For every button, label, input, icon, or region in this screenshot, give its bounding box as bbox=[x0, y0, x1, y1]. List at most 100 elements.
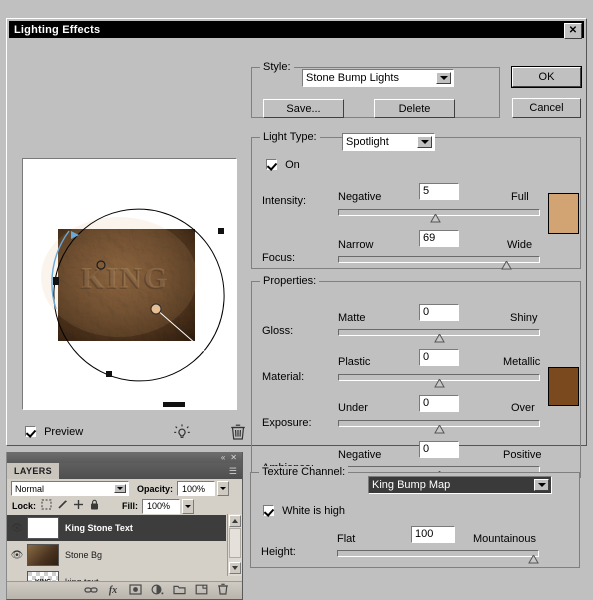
lock-fill-row: Lock: Fill: 100% bbox=[7, 498, 242, 514]
layers-scrollbar[interactable] bbox=[227, 514, 242, 576]
ambience-value[interactable]: 0 bbox=[419, 441, 459, 458]
scroll-down-icon[interactable] bbox=[229, 562, 241, 574]
gloss-slider-thumb[interactable] bbox=[434, 334, 445, 342]
layers-panel-tabs: LAYERS ☰ bbox=[7, 463, 242, 479]
ok-button[interactable]: OK bbox=[512, 67, 581, 87]
focus-slider-thumb[interactable] bbox=[501, 261, 512, 269]
chevron-down-icon[interactable] bbox=[417, 136, 432, 148]
focus-slider[interactable] bbox=[338, 256, 540, 268]
intensity-max-label: Full bbox=[511, 191, 529, 203]
focus-value[interactable]: 69 bbox=[419, 230, 459, 247]
blend-mode-dropdown[interactable]: Normal bbox=[11, 481, 129, 496]
lock-label: Lock: bbox=[12, 501, 36, 511]
close-panel-icon[interactable]: ✕ bbox=[230, 453, 242, 462]
material-slider[interactable] bbox=[338, 374, 540, 386]
handle-bottom bbox=[106, 371, 112, 377]
opacity-label: Opacity: bbox=[137, 484, 173, 494]
eye-icon[interactable]: 👁 bbox=[7, 550, 27, 561]
intensity-slider[interactable] bbox=[338, 209, 540, 221]
dialog-titlebar[interactable]: Lighting Effects ✕ bbox=[9, 21, 584, 38]
opacity-stepper-icon[interactable] bbox=[217, 481, 229, 496]
add-layer-mask-icon[interactable] bbox=[124, 584, 146, 598]
light-source-handle bbox=[151, 304, 161, 314]
lock-transparency-icon[interactable] bbox=[41, 499, 52, 513]
new-layer-icon[interactable] bbox=[190, 584, 212, 598]
gloss-min-label: Matte bbox=[338, 312, 366, 324]
opacity-value[interactable]: 100% bbox=[177, 481, 215, 496]
lock-position-icon[interactable] bbox=[73, 499, 84, 513]
light-type-dropdown[interactable]: Spotlight bbox=[342, 133, 435, 151]
handle-left bbox=[53, 277, 59, 285]
exposure-value[interactable]: 0 bbox=[419, 395, 459, 412]
preview-checkbox[interactable]: Preview bbox=[25, 426, 83, 438]
light-color-swatch[interactable] bbox=[548, 193, 579, 234]
intensity-slider-thumb[interactable] bbox=[430, 214, 441, 222]
lighting-preview[interactable]: KING KING bbox=[22, 158, 237, 410]
layers-panel: « ✕ LAYERS ☰ Normal Opacity: 100% Lock: … bbox=[6, 452, 243, 600]
gloss-max-label: Shiny bbox=[510, 312, 538, 324]
eye-icon[interactable]: 👁 bbox=[7, 523, 27, 534]
height-label: Height: bbox=[261, 546, 296, 558]
light-type-value: Spotlight bbox=[343, 136, 417, 148]
white-is-high-checkbox[interactable]: White is high bbox=[263, 505, 345, 517]
delete-layer-icon[interactable] bbox=[212, 583, 234, 598]
height-min-label: Flat bbox=[337, 533, 355, 545]
layers-panel-topbar[interactable]: « ✕ bbox=[7, 452, 242, 463]
light-on-label: On bbox=[285, 159, 300, 171]
add-layer-style-icon[interactable]: fx bbox=[102, 585, 124, 596]
new-adjustment-layer-icon[interactable] bbox=[146, 584, 168, 598]
layer-name: King Stone Text bbox=[59, 523, 133, 533]
focus-label: Focus: bbox=[262, 252, 295, 264]
chevron-down-icon[interactable] bbox=[436, 72, 451, 84]
layer-row-king-stone-text[interactable]: 👁 King Stone Text bbox=[7, 515, 226, 541]
material-color-swatch[interactable] bbox=[548, 367, 579, 406]
focus-max-label: Wide bbox=[507, 239, 532, 251]
layer-row-stone-bg[interactable]: 👁 Stone Bg bbox=[7, 542, 226, 568]
tab-layers[interactable]: LAYERS bbox=[7, 463, 59, 479]
gloss-slider[interactable] bbox=[338, 329, 540, 341]
texture-channel-dropdown[interactable]: King Bump Map bbox=[368, 476, 552, 494]
layer-name: Stone Bg bbox=[59, 550, 102, 560]
gloss-value[interactable]: 0 bbox=[419, 304, 459, 321]
texture-channel-legend: Texture Channel: bbox=[259, 466, 348, 478]
fill-stepper-icon[interactable] bbox=[182, 499, 194, 514]
material-value[interactable]: 0 bbox=[419, 349, 459, 366]
style-legend: Style: bbox=[260, 61, 294, 73]
save-button[interactable]: Save... bbox=[263, 99, 344, 118]
layer-thumbnail[interactable] bbox=[27, 517, 59, 539]
height-value[interactable]: 100 bbox=[411, 526, 455, 543]
lock-all-icon[interactable] bbox=[89, 499, 100, 513]
intensity-value[interactable]: 5 bbox=[419, 183, 459, 200]
chevron-down-icon[interactable] bbox=[114, 484, 126, 493]
preview-canvas[interactable]: KING KING bbox=[23, 159, 236, 409]
collapse-panel-icon[interactable]: « bbox=[221, 453, 230, 462]
scroll-thumb[interactable] bbox=[229, 528, 241, 558]
exposure-slider-thumb[interactable] bbox=[434, 425, 445, 433]
delete-button[interactable]: Delete bbox=[374, 99, 455, 118]
layer-thumbnail[interactable] bbox=[27, 544, 59, 566]
intensity-label: Intensity: bbox=[262, 195, 306, 207]
link-layers-icon[interactable] bbox=[80, 584, 102, 598]
material-max-label: Metallic bbox=[503, 356, 540, 368]
style-dropdown-value: Stone Bump Lights bbox=[303, 72, 436, 84]
height-slider-thumb[interactable] bbox=[528, 555, 539, 563]
material-min-label: Plastic bbox=[338, 356, 370, 368]
height-slider[interactable] bbox=[337, 550, 539, 562]
cancel-button[interactable]: Cancel bbox=[512, 98, 581, 118]
lock-image-icon[interactable] bbox=[57, 499, 68, 513]
scroll-up-icon[interactable] bbox=[229, 515, 241, 527]
close-icon[interactable]: ✕ bbox=[564, 23, 582, 39]
fill-value[interactable]: 100% bbox=[142, 499, 180, 514]
panel-menu-icon[interactable]: ☰ bbox=[224, 463, 242, 479]
material-slider-thumb[interactable] bbox=[434, 379, 445, 387]
handle-top-right bbox=[218, 228, 224, 234]
dialog-title: Lighting Effects bbox=[9, 24, 100, 36]
trash-icon[interactable] bbox=[230, 423, 246, 444]
exposure-slider[interactable] bbox=[338, 420, 540, 432]
light-on-checkbox[interactable]: On bbox=[266, 159, 300, 171]
light-bulb-icon[interactable] bbox=[173, 423, 191, 444]
chevron-down-icon[interactable] bbox=[534, 479, 549, 491]
new-group-icon[interactable] bbox=[168, 584, 190, 598]
style-dropdown[interactable]: Stone Bump Lights bbox=[302, 69, 454, 87]
focus-min-label: Narrow bbox=[338, 239, 373, 251]
